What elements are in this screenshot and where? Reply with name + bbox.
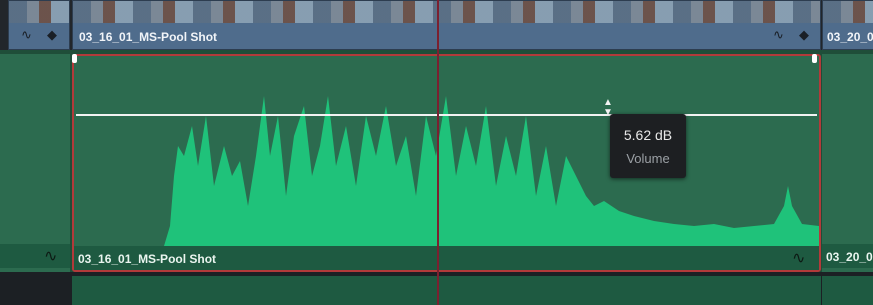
video-clip-label: 03_20_0 xyxy=(827,30,873,44)
clip-thumbnails xyxy=(9,1,69,23)
volume-tooltip: 5.62 dB Volume xyxy=(610,114,686,178)
video-clip-main[interactable]: 03_16_01_MS-Pool Shot ∿ ◆ xyxy=(72,0,821,50)
video-clip-label: 03_16_01_MS-Pool Shot xyxy=(79,30,218,44)
volume-value: 5.62 dB xyxy=(623,127,673,143)
audio-clip-label: 03_20_0 xyxy=(826,250,873,264)
audio-curve-icon[interactable]: ∿ xyxy=(21,27,32,43)
volume-label: Volume xyxy=(626,151,670,166)
keyframe-icon[interactable]: ◆ xyxy=(47,27,57,43)
clip-thumbnails xyxy=(73,1,820,23)
volume-adjust-icon[interactable]: ∿ xyxy=(44,246,57,266)
clip-fade-handle-right[interactable] xyxy=(812,54,817,63)
keyframe-icon[interactable]: ◆ xyxy=(799,27,809,43)
audio-clip-label-bar xyxy=(0,244,70,268)
audio-curve-icon[interactable]: ∿ xyxy=(773,27,784,43)
lower-clip[interactable] xyxy=(72,276,821,305)
video-clip-right[interactable]: 03_20_0 xyxy=(822,0,873,50)
volume-level-line[interactable] xyxy=(76,114,817,116)
audio-clip-main[interactable]: 03_16_01_MS-Pool Shot ∿ xyxy=(72,54,821,272)
audio-clip-label: 03_16_01_MS-Pool Shot xyxy=(78,252,217,266)
audio-clip-right[interactable]: 03_20_0 xyxy=(822,54,873,272)
lower-clip-right[interactable] xyxy=(822,276,873,305)
video-clip-left[interactable]: ∿ ◆ xyxy=(8,0,70,50)
audio-clip-left[interactable]: ∿ xyxy=(0,54,70,272)
volume-adjust-icon[interactable]: ∿ xyxy=(792,248,805,268)
clip-thumbnails xyxy=(823,1,873,23)
playhead[interactable] xyxy=(437,0,439,305)
audio-waveform xyxy=(74,96,819,246)
clip-fade-handle-left[interactable] xyxy=(72,54,77,63)
